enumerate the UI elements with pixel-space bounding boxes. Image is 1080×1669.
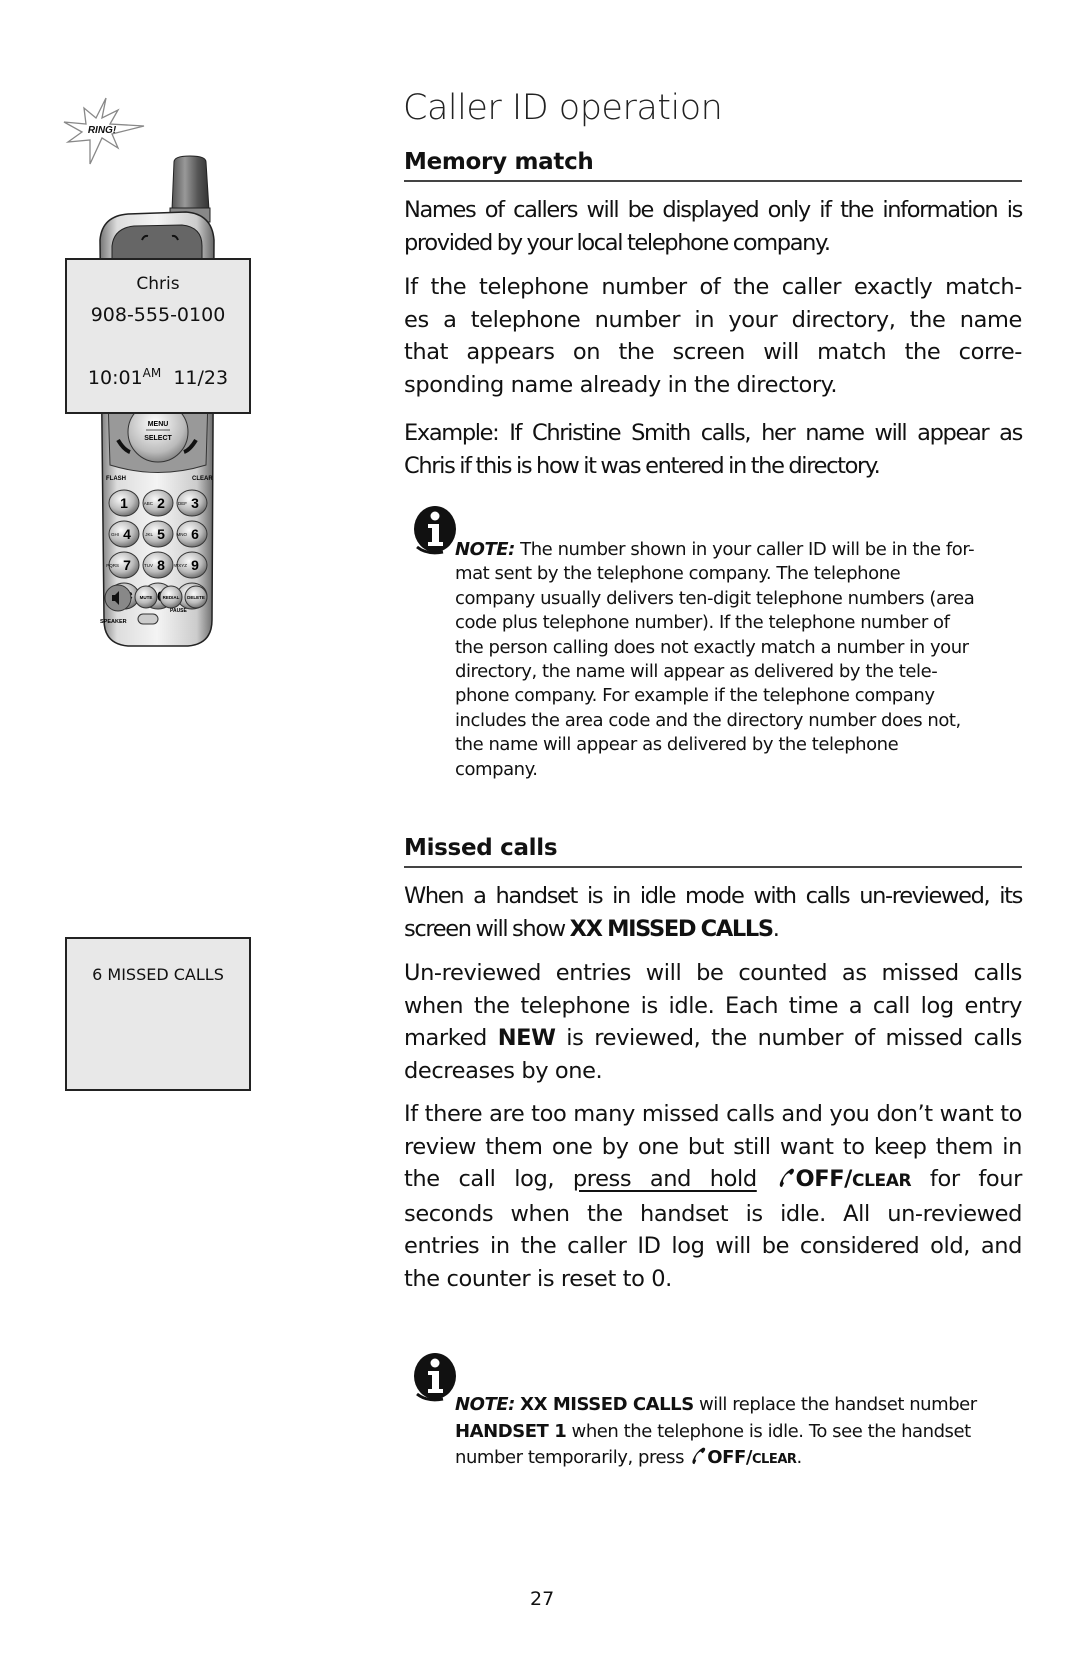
off-key-label: OFF/	[707, 1447, 752, 1468]
keypad-key: DEF 3	[176, 489, 208, 517]
keypad-key: ABC 2	[142, 489, 174, 517]
press-and-hold-emphasis: press and hold	[572, 1166, 757, 1192]
note-line: mat sent by the telephone company. The t…	[455, 563, 901, 585]
function-key-label: DELETE	[187, 595, 205, 600]
key-letters: WXYZ	[174, 563, 187, 568]
info-icon	[414, 1353, 456, 1402]
caller-id-screen: Chris 908-555-0100 10:01AM 11/23	[65, 258, 251, 414]
memory-match-paragraph-3: Example: If Christine Smith calls, her n…	[404, 420, 1023, 479]
call-date: 11/23	[173, 367, 229, 389]
pause-label: PAUSE	[170, 608, 188, 614]
function-key-label: REDIAL	[163, 595, 180, 600]
flash-label: FLASH	[106, 476, 126, 482]
info-icon	[414, 506, 456, 555]
note-line: company.	[455, 758, 538, 780]
handset-1-term: HANDSET 1	[455, 1420, 567, 1442]
ring-label: RING!	[88, 125, 117, 136]
function-key: DELETE	[184, 585, 208, 609]
menu-label: MENU	[148, 421, 169, 428]
paragraph-line: If the telephone number of the caller ex…	[404, 274, 1022, 300]
keypad-key: JKL 5	[142, 520, 174, 548]
key-digit: 7	[123, 557, 131, 573]
key-digit: 9	[191, 557, 199, 573]
key-digit: 2	[157, 495, 165, 511]
note-label: NOTE:	[455, 1394, 515, 1415]
clear-label: CLEAR	[192, 476, 213, 482]
key-letters: JKL	[145, 532, 153, 537]
function-key: MUTE	[134, 585, 158, 609]
page-number: 27	[530, 1588, 555, 1610]
note-line: directory, the name will appear as deliv…	[455, 661, 938, 683]
key-letters: MNO	[177, 532, 188, 537]
key-letters: PQRS	[106, 563, 119, 568]
new-term: NEW	[497, 1025, 556, 1051]
key-digit: 4	[123, 526, 131, 542]
paragraph-line: sponding name already in the directory.	[404, 371, 838, 398]
paragraph-line: es a telephone number in your directory,…	[404, 306, 1022, 333]
caller-number: 908-555-0100	[90, 304, 226, 326]
off-clear-key-icon	[692, 1447, 706, 1465]
section-heading-missed-calls: Missed calls	[404, 834, 1022, 868]
call-timestamp: 10:01AM 11/23	[67, 366, 249, 389]
note-line: the person calling does not exactly matc…	[455, 636, 969, 658]
note-line: phone company. For example if the teleph…	[455, 685, 935, 707]
missed-calls-screen: 6 MISSED CALLS	[65, 937, 251, 1091]
call-ampm: AM	[142, 366, 162, 380]
note-line: company usually delivers ten-digit telep…	[455, 587, 975, 609]
note-line: includes the area code and the directory…	[455, 709, 961, 731]
memory-match-paragraph-1: Names of callers will be displayed only …	[404, 197, 1023, 256]
note-line: the name will appear as delivered by the…	[455, 734, 899, 756]
off-clear-key-icon	[779, 1168, 794, 1187]
keypad-key: 1	[108, 489, 140, 517]
missed-calls-term: XX MISSED CALLS	[520, 1394, 694, 1415]
missed-calls-paragraph-2: Un-reviewed entries will be counted as m…	[404, 957, 1022, 1087]
note-body: NOTE: XX MISSED CALLS will replace the h…	[455, 1392, 1005, 1474]
select-label: SELECT	[144, 435, 172, 442]
section-heading-memory-match: Memory match	[404, 148, 1022, 182]
keypad-key: GHI 4	[108, 520, 140, 548]
key-letters: TUV	[144, 563, 153, 568]
key-digit: 3	[191, 495, 199, 511]
key-digit: 8	[157, 557, 165, 573]
function-key: REDIAL	[159, 585, 183, 609]
clear-key-label: CLEAR	[852, 1171, 912, 1191]
microphone-icon	[137, 613, 159, 625]
page-title: Caller ID operation	[403, 88, 723, 128]
missed-calls-text: 6 MISSED CALLS	[92, 965, 224, 984]
missed-calls-paragraph-1: When a handset is in idle mode with call…	[404, 880, 1023, 945]
caller-name: Chris	[136, 274, 180, 294]
text-run: .	[772, 915, 780, 942]
text-run: will replace the handset number	[693, 1394, 977, 1415]
note-body: NOTE: The number shown in your caller ID…	[455, 538, 1020, 782]
key-digit: 1	[120, 495, 128, 511]
call-time: 10:01	[87, 367, 143, 389]
missed-calls-term: XX MISSED CALLS	[569, 915, 774, 942]
memory-match-paragraph-2: If the telephone number of the caller ex…	[404, 271, 1022, 401]
key-letters: GHI	[111, 532, 119, 537]
note-line: code plus telephone number). If the tele…	[455, 612, 950, 634]
note-label: NOTE:	[455, 539, 515, 560]
key-letters: DEF	[178, 501, 187, 506]
paragraph-line: that appears on the screen will match th…	[404, 339, 1022, 365]
speaker-label: SPEAKER	[100, 619, 127, 625]
key-digit: 5	[157, 526, 165, 542]
off-key-label: OFF/	[795, 1166, 853, 1192]
text-run: .	[796, 1447, 803, 1468]
clear-key-label: CLEAR	[751, 1452, 797, 1467]
key-digit: 6	[191, 526, 199, 542]
speaker-key	[104, 584, 132, 612]
note-line: The number shown in your caller ID will …	[520, 539, 975, 560]
key-letters: ABC	[144, 501, 154, 506]
missed-calls-paragraph-3: If there are too many missed calls and y…	[404, 1098, 1022, 1295]
function-key-label: MUTE	[140, 595, 153, 600]
keypad-key: MNO 6	[176, 520, 208, 548]
keypad-key: TUV 8	[142, 551, 174, 579]
